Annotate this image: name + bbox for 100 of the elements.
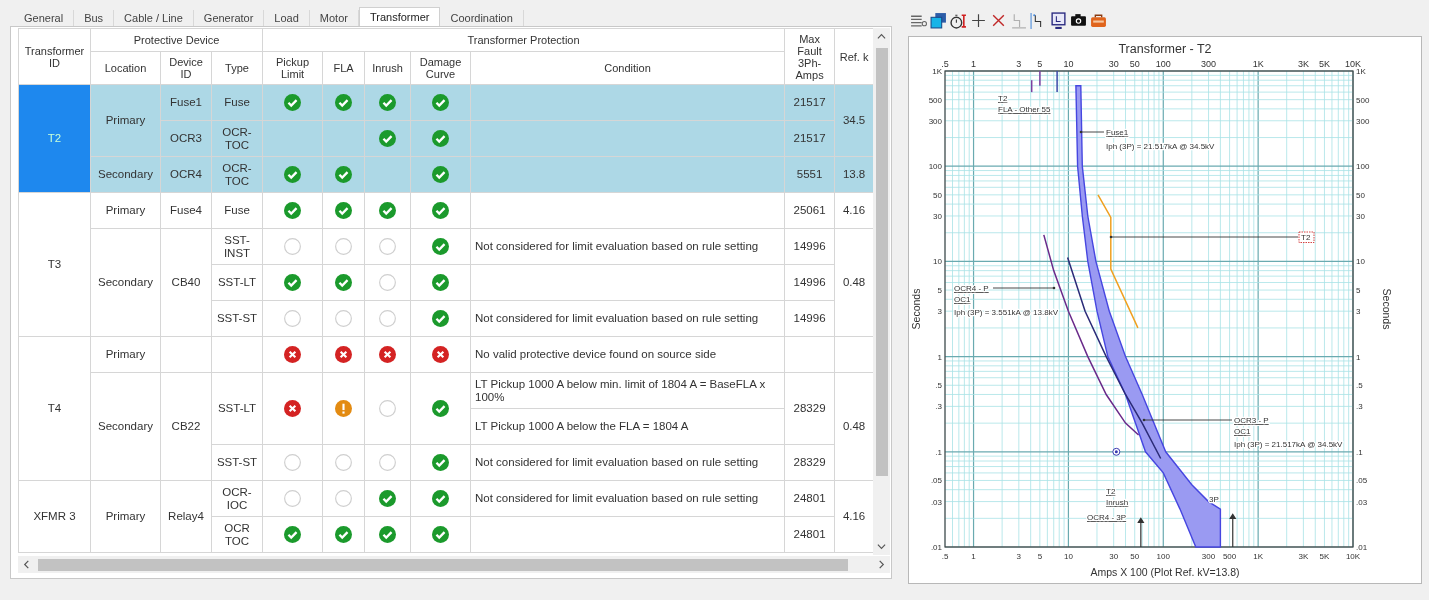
- tick-label: 10K: [1345, 59, 1361, 69]
- annotation-label: T2: [998, 94, 1008, 103]
- tick-label: 10: [933, 257, 942, 267]
- monitor-icon[interactable]: [1050, 11, 1067, 29]
- scroll-up-icon[interactable]: [877, 32, 886, 41]
- boxed-label: T2: [1298, 231, 1315, 243]
- location-cell: Primary: [90, 192, 161, 229]
- tick-label: .3: [1356, 402, 1363, 412]
- tick-label: 10K: [1345, 552, 1361, 561]
- tick-label: .1: [935, 447, 942, 457]
- tick-label: 3: [1016, 552, 1022, 561]
- tick-label: 300: [1356, 116, 1370, 126]
- tick-label: .5: [941, 552, 949, 561]
- column-header: Max Fault 3Ph-Amps: [784, 28, 835, 85]
- tick-label: 50: [933, 190, 942, 200]
- tick-label: 500: [1356, 95, 1370, 105]
- annotation-label: OC1: [954, 295, 971, 304]
- tick-label: 50: [1129, 59, 1140, 69]
- location-cell: Primary: [90, 480, 161, 553]
- column-header: Inrush: [364, 51, 411, 85]
- scrollbar-thumb[interactable]: [875, 48, 888, 476]
- tick-label: 100: [1155, 59, 1171, 69]
- tick-label: 1K: [932, 67, 942, 76]
- condition-cell: Not considered for limit evaluation based on rule setting: [470, 228, 785, 265]
- device-id-cell: Fuse4: [160, 192, 212, 229]
- type-cell: OCR TOC: [211, 516, 263, 553]
- fault-current-cell: 14996: [784, 228, 835, 265]
- tick-label: 500: [1222, 552, 1237, 561]
- condition-cell: Not considered for limit evaluation based on rule setting: [470, 444, 785, 481]
- tick-label: .03: [1356, 497, 1368, 507]
- tick-label: 1: [1356, 352, 1361, 362]
- vertical-scrollbar[interactable]: [873, 28, 890, 555]
- annotation-label: Inrush: [1106, 498, 1129, 507]
- device-id-cell: Relay4: [160, 480, 212, 553]
- tick-label: 5K: [1318, 59, 1330, 69]
- type-cell: SST-ST: [211, 300, 263, 337]
- scroll-right-icon[interactable]: [877, 560, 886, 569]
- tab[interactable]: Transformer: [358, 7, 441, 26]
- fault-current-cell: 25061: [784, 192, 835, 229]
- column-group-header: Transformer Protection: [262, 28, 785, 52]
- tick-label: 1: [971, 59, 977, 69]
- tick-label: 3: [1356, 307, 1361, 317]
- scroll-left-icon[interactable]: [22, 560, 31, 569]
- tick-label: 5: [1037, 552, 1043, 561]
- column-header: Location: [90, 51, 161, 85]
- leader-line: [992, 286, 1056, 290]
- scrollbar-thumb[interactable]: [38, 558, 848, 571]
- crosshair-icon[interactable]: [970, 11, 987, 29]
- column-header: Transformer ID: [18, 28, 91, 85]
- tick-label: 5: [1356, 286, 1361, 296]
- device-id-cell: CB40: [160, 228, 212, 337]
- tick-label: .3: [935, 402, 942, 412]
- tick-label: 100: [928, 162, 942, 172]
- tick-label: 3: [1016, 59, 1022, 69]
- column-header: Device ID: [160, 51, 212, 85]
- window-icon[interactable]: [930, 11, 947, 29]
- scroll-down-icon[interactable]: [877, 542, 886, 551]
- device-id-cell: Fuse1: [160, 84, 212, 121]
- annotation-label: Fuse1: [1106, 128, 1129, 137]
- type-cell: Fuse: [211, 192, 263, 229]
- annotation-label: FLA - Other 55: [998, 105, 1051, 114]
- fault-current-cell: 24801: [784, 480, 835, 517]
- marker-point: [1112, 447, 1121, 456]
- fault-current-cell: 5551: [784, 156, 835, 193]
- type-cell: Fuse: [211, 84, 263, 121]
- stopwatch-icon[interactable]: [950, 11, 967, 29]
- device-id-cell: OCR3: [160, 120, 212, 157]
- tick-label: 300: [1201, 59, 1217, 69]
- transformer-id-cell[interactable]: T3: [18, 192, 91, 337]
- type-cell: SST-LT: [211, 264, 263, 301]
- axis-label: Seconds: [910, 288, 922, 330]
- location-cell: Primary: [90, 336, 161, 373]
- fault-current-cell: 28329: [784, 372, 835, 445]
- tick-label: 30: [933, 212, 942, 221]
- annotation-label: OCR4 - P: [954, 284, 989, 293]
- annotation-label: OC1: [1234, 427, 1251, 436]
- annotation-label: Iph (3P) = 3.551kA @ 13.8kV: [954, 308, 1058, 317]
- camera-icon[interactable]: [1070, 11, 1087, 29]
- location-cell: Secondary: [90, 372, 161, 481]
- tick-label: 50: [1130, 552, 1140, 561]
- column-header: FLA: [322, 51, 365, 85]
- curve-line: [1056, 70, 1058, 93]
- transformer-id-cell[interactable]: XFMR 3: [18, 480, 91, 553]
- chart-title: Transformer - T2: [1118, 42, 1212, 56]
- curve-line: [1039, 70, 1041, 87]
- column-header: Pickup Limit: [262, 51, 323, 85]
- horizontal-scrollbar[interactable]: [18, 556, 890, 573]
- transformer-id-cell[interactable]: T4: [18, 336, 91, 481]
- tick-label: 1K: [1356, 67, 1366, 76]
- tick-label: 10: [1063, 59, 1074, 69]
- tick-label: 300: [928, 116, 942, 126]
- curve-line: [1030, 79, 1033, 93]
- tick-label: 30: [1108, 59, 1119, 69]
- tick-label: 100: [1156, 552, 1170, 561]
- type-cell: OCR-TOC: [211, 156, 263, 193]
- tick-label: 30: [1109, 552, 1119, 561]
- type-cell: SST-LT: [211, 372, 263, 445]
- toolbox-icon[interactable]: [1090, 11, 1107, 29]
- type-cell: OCR-IOC: [211, 480, 263, 517]
- tick-label: 1: [971, 552, 976, 561]
